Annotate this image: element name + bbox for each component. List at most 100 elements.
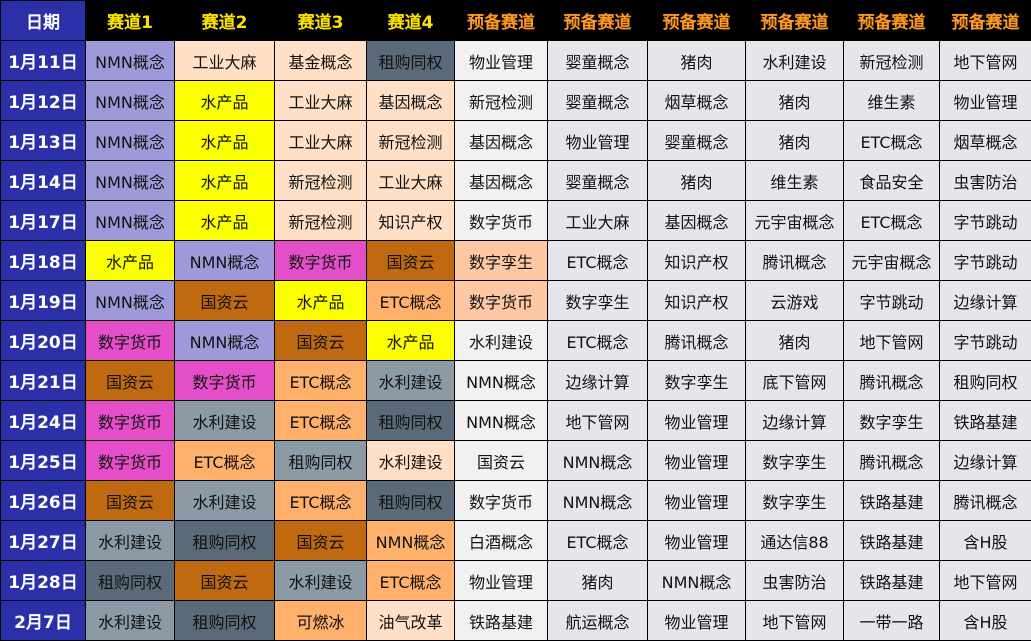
reserve-cell: 物业管理 bbox=[647, 400, 746, 441]
header-reserve: 预备赛道 bbox=[454, 0, 548, 41]
lane-1-cell: NMN概念 bbox=[85, 80, 175, 121]
header-reserve: 预备赛道 bbox=[939, 0, 1031, 41]
date-cell: 1月12日 bbox=[0, 80, 86, 121]
reserve-cell: 地下管网 bbox=[745, 600, 844, 641]
lane-5-cell: 国资云 bbox=[454, 440, 548, 481]
reserve-cell: 婴童概念 bbox=[547, 160, 648, 201]
lane-2-cell: 水产品 bbox=[174, 120, 275, 161]
lane-1-cell: 数字货币 bbox=[85, 440, 175, 481]
lane-1-cell: 水利建设 bbox=[85, 520, 175, 561]
lane-4-cell: ETC概念 bbox=[366, 560, 455, 601]
reserve-cell: 腾讯概念 bbox=[745, 240, 844, 281]
lane-2-cell: 数字货币 bbox=[174, 360, 275, 401]
reserve-cell: 猪肉 bbox=[745, 320, 844, 361]
reserve-cell: 一带一路 bbox=[843, 600, 940, 641]
reserve-cell: 字节跳动 bbox=[939, 240, 1031, 281]
reserve-cell: 物业管理 bbox=[647, 440, 746, 481]
lane-1-cell: 国资云 bbox=[85, 480, 175, 521]
reserve-cell: 铁路基建 bbox=[939, 400, 1031, 441]
date-cell: 1月24日 bbox=[0, 400, 86, 441]
header-reserve: 预备赛道 bbox=[745, 0, 844, 41]
lane-4-cell: 水产品 bbox=[366, 320, 455, 361]
header-lane-4: 赛道4 bbox=[366, 0, 455, 41]
reserve-cell: 维生素 bbox=[745, 160, 844, 201]
lane-5-cell: 白酒概念 bbox=[454, 520, 548, 561]
reserve-cell: 字节跳动 bbox=[939, 320, 1031, 361]
reserve-cell: 含H股 bbox=[939, 600, 1031, 641]
date-cell: 2月7日 bbox=[0, 600, 86, 641]
lane-4-cell: 基因概念 bbox=[366, 80, 455, 121]
lane-5-cell: 物业管理 bbox=[454, 560, 548, 601]
table-row: 1月21日 国资云 数字货币 ETC概念 水利建设 NMN概念 边缘计算 数字孪生 底下管网 腾讯… bbox=[0, 360, 1031, 401]
lane-2-cell: 租购同权 bbox=[174, 520, 275, 561]
lane-2-cell: NMN概念 bbox=[174, 320, 275, 361]
header-reserve: 预备赛道 bbox=[647, 0, 746, 41]
table-row: 1月27日 水利建设 租购同权 国资云 NMN概念 白酒概念 ETC概念 物业管理 通达信88 铁… bbox=[0, 520, 1031, 561]
lane-3-cell: 水产品 bbox=[274, 280, 367, 321]
reserve-cell: 腾讯概念 bbox=[647, 320, 746, 361]
reserve-cell: 通达信88 bbox=[745, 520, 844, 561]
header-lane-1: 赛道1 bbox=[85, 0, 175, 41]
reserve-cell: 新冠检测 bbox=[843, 40, 940, 81]
reserve-cell: 数字孪生 bbox=[745, 440, 844, 481]
reserve-cell: 云游戏 bbox=[745, 280, 844, 321]
lane-5-cell: 物业管理 bbox=[454, 40, 548, 81]
date-cell: 1月18日 bbox=[0, 240, 86, 281]
reserve-cell: 猪肉 bbox=[547, 560, 648, 601]
reserve-cell: 字节跳动 bbox=[843, 280, 940, 321]
reserve-cell: 工业大麻 bbox=[547, 200, 648, 241]
reserve-cell: 含H股 bbox=[939, 520, 1031, 561]
lane-3-cell: 租购同权 bbox=[274, 440, 367, 481]
lane-5-cell: 数字货币 bbox=[454, 280, 548, 321]
reserve-cell: ETC概念 bbox=[843, 120, 940, 161]
reserve-cell: 物业管理 bbox=[647, 520, 746, 561]
lane-5-cell: NMN概念 bbox=[454, 400, 548, 441]
lane-4-cell: 租购同权 bbox=[366, 40, 455, 81]
lane-4-cell: 国资云 bbox=[366, 240, 455, 281]
lane-5-cell: 数字货币 bbox=[454, 200, 548, 241]
lane-3-cell: ETC概念 bbox=[274, 400, 367, 441]
reserve-cell: 数字孪生 bbox=[843, 400, 940, 441]
date-cell: 1月14日 bbox=[0, 160, 86, 201]
lane-1-cell: NMN概念 bbox=[85, 200, 175, 241]
date-cell: 1月25日 bbox=[0, 440, 86, 481]
reserve-cell: 基因概念 bbox=[647, 200, 746, 241]
lane-4-cell: 知识产权 bbox=[366, 200, 455, 241]
lane-5-cell: 基因概念 bbox=[454, 120, 548, 161]
header-reserve: 预备赛道 bbox=[843, 0, 940, 41]
lane-1-cell: 水产品 bbox=[85, 240, 175, 281]
table-row: 1月13日 NMN概念 水产品 工业大麻 新冠检测 基因概念 物业管理 婴童概念 猪肉 ETC概念… bbox=[0, 120, 1031, 161]
lane-2-cell: 水产品 bbox=[174, 200, 275, 241]
lane-4-cell: 水利建设 bbox=[366, 440, 455, 481]
reserve-cell: 地下管网 bbox=[547, 400, 648, 441]
lane-3-cell: 水利建设 bbox=[274, 560, 367, 601]
lane-2-cell: 国资云 bbox=[174, 560, 275, 601]
table-row: 1月28日 租购同权 国资云 水利建设 ETC概念 物业管理 猪肉 NMN概念 虫害防治 铁路基建… bbox=[0, 560, 1031, 601]
reserve-cell: 猪肉 bbox=[647, 160, 746, 201]
reserve-cell: 物业管理 bbox=[647, 600, 746, 641]
lane-3-cell: ETC概念 bbox=[274, 360, 367, 401]
table-row: 1月12日 NMN概念 水产品 工业大麻 基因概念 新冠检测 婴童概念 烟草概念 猪肉 维生素 物业… bbox=[0, 80, 1031, 121]
date-cell: 1月21日 bbox=[0, 360, 86, 401]
reserve-cell: 铁路基建 bbox=[843, 480, 940, 521]
table-row: 1月14日 NMN概念 水产品 新冠检测 工业大麻 基因概念 婴童概念 猪肉 维生素 食品安全 虫害… bbox=[0, 160, 1031, 201]
table-row: 1月24日 数字货币 水利建设 ETC概念 租购同权 NMN概念 地下管网 物业管理 边缘计算数… bbox=[0, 400, 1031, 441]
lane-4-cell: 租购同权 bbox=[366, 480, 455, 521]
reserve-cell: 知识产权 bbox=[647, 240, 746, 281]
lane-3-cell: 工业大麻 bbox=[274, 80, 367, 121]
rotation-table: 日期 赛道1 赛道2 赛道3 赛道4 预备赛道 预备赛道 预备赛道 预备赛道 预… bbox=[0, 0, 1031, 641]
reserve-cell: 猪肉 bbox=[745, 80, 844, 121]
lane-2-cell: ETC概念 bbox=[174, 440, 275, 481]
table-row: 1月20日 数字货币 NMN概念 国资云 水产品 水利建设 ETC概念 腾讯概念 猪肉 地下管网字… bbox=[0, 320, 1031, 361]
reserve-cell: 元宇宙概念 bbox=[745, 200, 844, 241]
lane-1-cell: 国资云 bbox=[85, 360, 175, 401]
reserve-cell: 底下管网 bbox=[745, 360, 844, 401]
reserve-cell: 数字孪生 bbox=[647, 360, 746, 401]
date-cell: 1月11日 bbox=[0, 40, 86, 81]
reserve-cell: NMN概念 bbox=[547, 480, 648, 521]
reserve-cell: 物业管理 bbox=[647, 480, 746, 521]
reserve-cell: 腾讯概念 bbox=[843, 360, 940, 401]
header-date: 日期 bbox=[0, 0, 86, 41]
reserve-cell: 猪肉 bbox=[647, 40, 746, 81]
date-cell: 1月17日 bbox=[0, 200, 86, 241]
